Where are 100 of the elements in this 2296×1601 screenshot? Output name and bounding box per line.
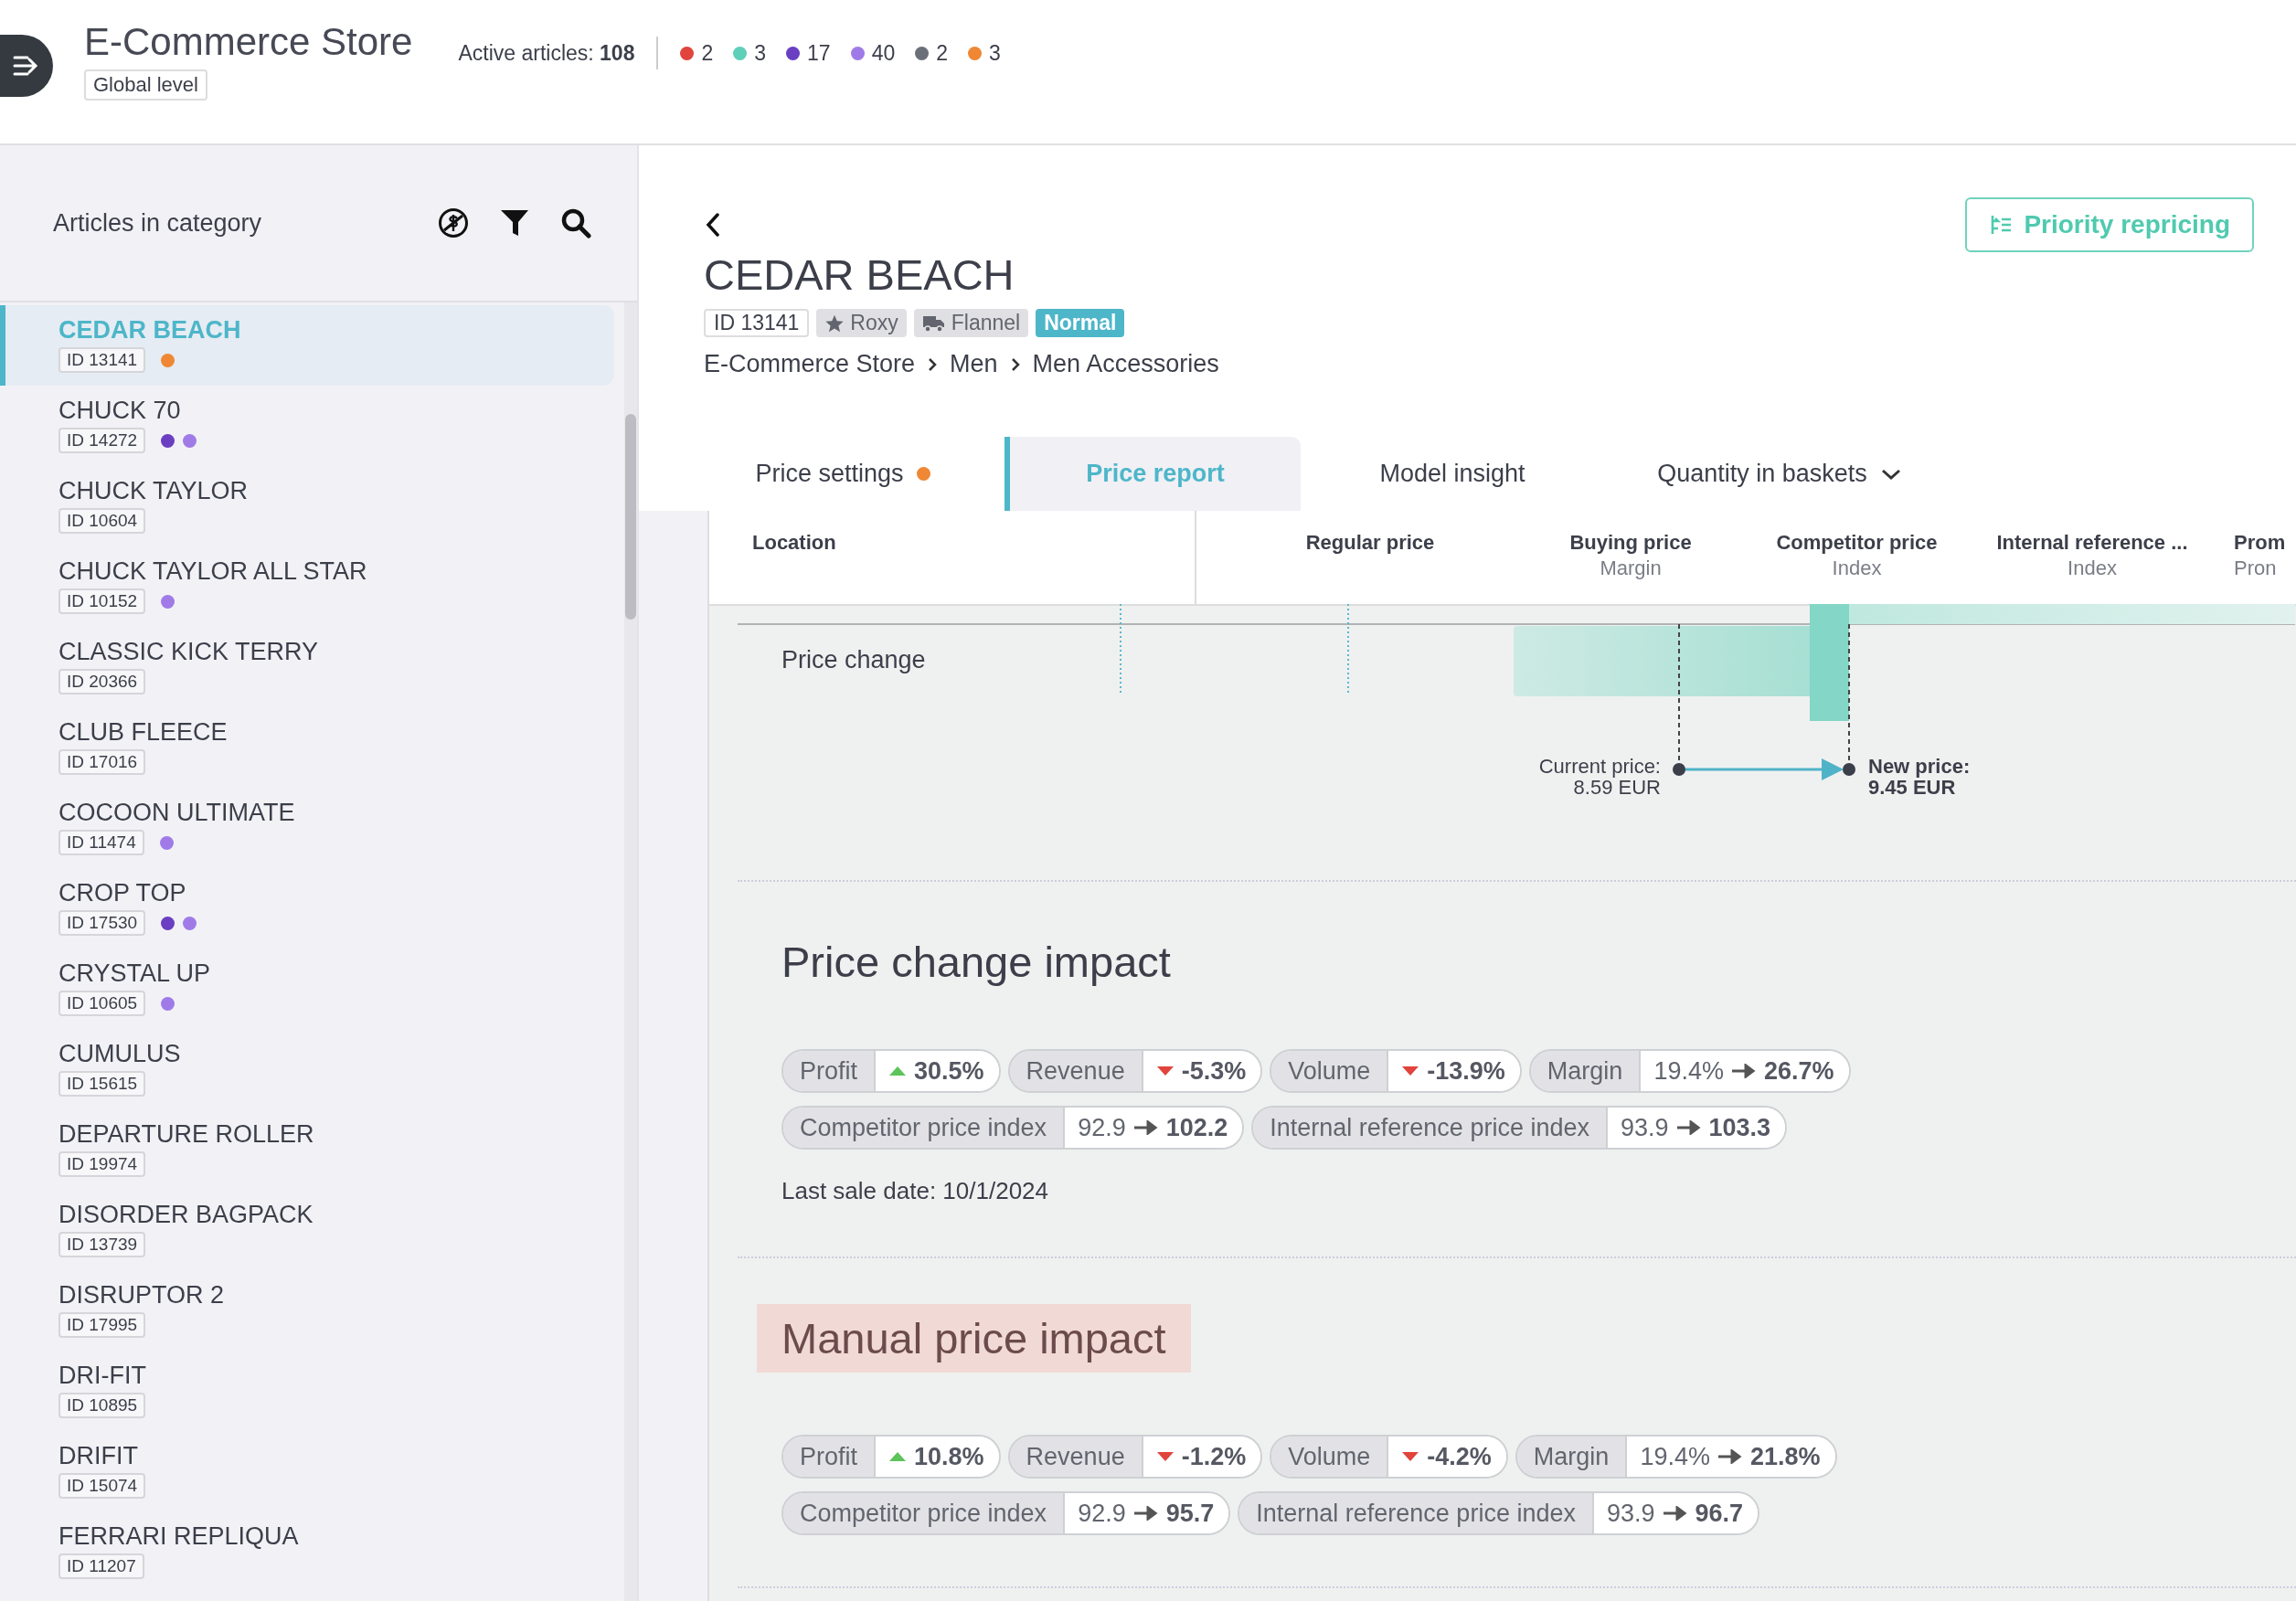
article-name: CHUCK TAYLOR [58, 477, 250, 505]
arrow-right-icon [1662, 1506, 1688, 1521]
article-name: DEPARTURE ROLLER [58, 1120, 315, 1149]
status-count: 2 [701, 40, 714, 66]
arrow-right-icon [1132, 1506, 1159, 1521]
article-list-item[interactable]: DISORDER BAGPACK ID 13739 [0, 1190, 610, 1270]
metric-label: Margin [1516, 1437, 1628, 1477]
no-price-icon[interactable] [438, 207, 469, 239]
article-title: CEDAR BEACH [704, 249, 1015, 300]
article-name: FERRARI REPLIQUA [58, 1522, 300, 1551]
article-list-item[interactable]: CROP TOP ID 17530 [0, 868, 610, 949]
arrow-right-icon [1132, 1120, 1159, 1135]
status-count: 3 [754, 40, 767, 66]
metric-value: -1.2% [1181, 1442, 1247, 1471]
search-icon[interactable] [560, 207, 591, 239]
article-id: ID 10604 [58, 508, 146, 534]
article-name: CRYSTAL UP [58, 960, 212, 988]
metric-label: Competitor price index [783, 1493, 1066, 1533]
article-name: CEDAR BEACH [58, 316, 242, 345]
metric-value: 30.5% [914, 1056, 984, 1086]
tab[interactable]: Model insight [1301, 437, 1599, 511]
arrow-right-icon [1717, 1449, 1743, 1464]
article-list-item[interactable]: COCOON ULTIMATE ID 11474 [0, 788, 610, 868]
article-name: CLUB FLEECE [58, 718, 229, 747]
new-price-label: New price: 9.45 EUR [1868, 756, 1971, 799]
metric-label: Revenue [1009, 1051, 1143, 1091]
metric-label: Volume [1271, 1437, 1389, 1477]
article-id: ID 14272 [58, 428, 146, 453]
article-list-item[interactable]: FERRARI REPLIQUA ID 11207 [0, 1511, 610, 1592]
status-count: 17 [807, 40, 831, 66]
menu-icon [13, 54, 40, 78]
row-label: Price change [781, 646, 926, 674]
article-id: ID 10152 [58, 588, 146, 614]
column-header: Location [752, 531, 836, 555]
metric-value: 103.3 [1708, 1113, 1771, 1142]
article-list-item[interactable]: CHUCK 70 ID 14272 [0, 386, 610, 466]
article-list-item[interactable]: CLUB FLEECE ID 17016 [0, 707, 610, 788]
tab[interactable]: Price settings [675, 437, 1004, 511]
tab[interactable]: Quantity in baskets [1599, 437, 1955, 511]
article-id: ID 17530 [58, 910, 146, 936]
column-header: Internal reference ... [1996, 531, 2188, 555]
filter-icon[interactable] [500, 208, 529, 238]
metric-value: 96.7 [1695, 1499, 1744, 1528]
article-list-item[interactable]: DISRUPTOR 2 ID 17995 [0, 1270, 610, 1351]
article-list-item[interactable]: CRYSTAL UP ID 10605 [0, 949, 610, 1029]
last-sale-date: Last sale date: 10/1/2024 [781, 1177, 1049, 1205]
article-list-item[interactable]: CLASSIC KICK TERRY ID 20366 [0, 627, 610, 707]
article-name: DRI-FIT [58, 1362, 147, 1390]
metric-old-value: 19.4% [1653, 1056, 1724, 1086]
article-name: DISRUPTOR 2 [58, 1281, 226, 1309]
metric-value: -4.2% [1427, 1442, 1492, 1471]
article-name: CHUCK TAYLOR ALL STAR [58, 557, 368, 586]
metric-label: Profit [783, 1051, 877, 1091]
article-id: ID 20366 [58, 669, 146, 694]
metric-value: 95.7 [1165, 1499, 1215, 1528]
article-list-item[interactable]: DRI-FIT ID 10895 [0, 1351, 610, 1431]
metric-label: Internal reference price index [1253, 1108, 1608, 1148]
article-tag: Flannel [913, 309, 1029, 337]
metric-old-value: 92.9 [1078, 1499, 1126, 1528]
article-id: ID 10605 [58, 991, 146, 1016]
column-header: Regular price [1305, 531, 1435, 555]
article-name: DRIFIT [58, 1442, 139, 1470]
metric-old-value: 19.4% [1640, 1442, 1710, 1471]
breadcrumb-link[interactable]: E-Commerce Store [704, 350, 916, 378]
sidebar-title: Articles in category [53, 208, 263, 238]
article-tag: Roxy [816, 309, 907, 337]
article-list-item[interactable]: CHUCK TAYLOR ALL STAR ID 10152 [0, 546, 610, 627]
current-price-label: Current price: 8.59 EUR [1538, 756, 1661, 799]
metric-value: 10.8% [914, 1442, 984, 1471]
breadcrumb-link[interactable]: Men [950, 350, 998, 378]
article-name: DISORDER BAGPACK [58, 1201, 314, 1229]
article-id: ID 11207 [58, 1553, 144, 1579]
metric-value: 26.7% [1763, 1056, 1834, 1086]
back-icon[interactable] [704, 211, 722, 239]
metric-label: Revenue [1009, 1437, 1143, 1477]
scrollbar-thumb[interactable] [625, 414, 636, 620]
article-id: ID 13141 [58, 347, 146, 373]
section-title: Price change impact [781, 937, 1171, 987]
arrow-right-icon [1675, 1120, 1702, 1135]
article-name: CUMULUS [58, 1040, 182, 1068]
article-list-item[interactable]: CEDAR BEACH ID 13141 [0, 305, 614, 386]
menu-button[interactable] [0, 35, 53, 97]
metric-label: Margin [1530, 1051, 1642, 1091]
article-list-item[interactable]: CUMULUS ID 15615 [0, 1029, 610, 1109]
metric-label: Profit [783, 1437, 877, 1477]
article-name: CROP TOP [58, 879, 187, 907]
column-header: Buying price [1569, 531, 1692, 555]
scrollbar[interactable] [624, 302, 637, 1601]
article-list-item[interactable]: CHUCK TAYLOR ID 10604 [0, 466, 610, 546]
article-list-item[interactable]: DRIFIT ID 15074 [0, 1431, 610, 1511]
article-id: ID 10895 [58, 1393, 146, 1418]
metric-old-value: 93.9 [1606, 1499, 1655, 1528]
column-subtitle: Index [1832, 557, 1882, 580]
article-tag: ID 13141 [704, 309, 810, 337]
article-id: ID 13739 [58, 1232, 146, 1257]
article-list-item[interactable]: DEPARTURE ROLLER ID 19974 [0, 1109, 610, 1190]
article-name: COCOON ULTIMATE [58, 799, 296, 827]
breadcrumb-link[interactable]: Men Accessories [1032, 350, 1219, 378]
arrow-right-icon [1730, 1064, 1757, 1078]
metric-value: 102.2 [1165, 1113, 1228, 1142]
